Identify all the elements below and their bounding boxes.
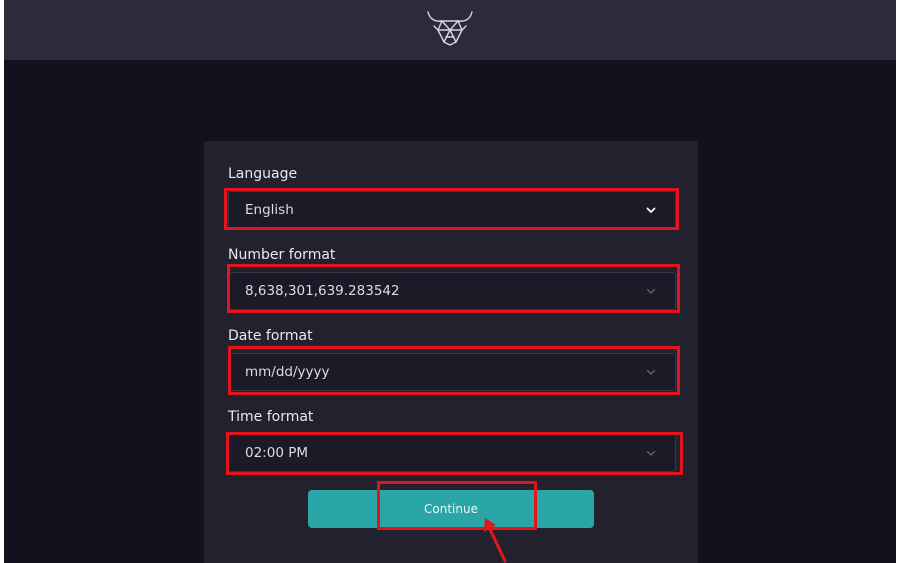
language-select[interactable]: English [228,191,676,229]
app-window: Language English Number format 8,638,301… [4,0,896,563]
time-format-label: Time format [228,409,314,425]
time-format-value: 02:00 PM [245,445,308,461]
number-format-label: Number format [228,247,336,263]
chevron-down-icon [646,207,656,213]
continue-button[interactable]: Continue [308,490,594,528]
date-format-value: mm/dd/yyyy [245,364,330,380]
bull-head-icon [427,11,473,46]
time-format-select[interactable]: 02:00 PM [228,434,676,472]
settings-panel: Language English Number format 8,638,301… [204,141,698,563]
language-value: English [245,202,294,218]
number-format-select[interactable]: 8,638,301,639.283542 [228,272,676,310]
number-format-value: 8,638,301,639.283542 [245,283,400,299]
chevron-down-icon [646,450,656,456]
top-bar [4,0,896,60]
chevron-down-icon [646,369,656,375]
language-label: Language [228,166,298,182]
chevron-down-icon [646,288,656,294]
date-format-select[interactable]: mm/dd/yyyy [228,353,676,391]
date-format-label: Date format [228,328,313,344]
